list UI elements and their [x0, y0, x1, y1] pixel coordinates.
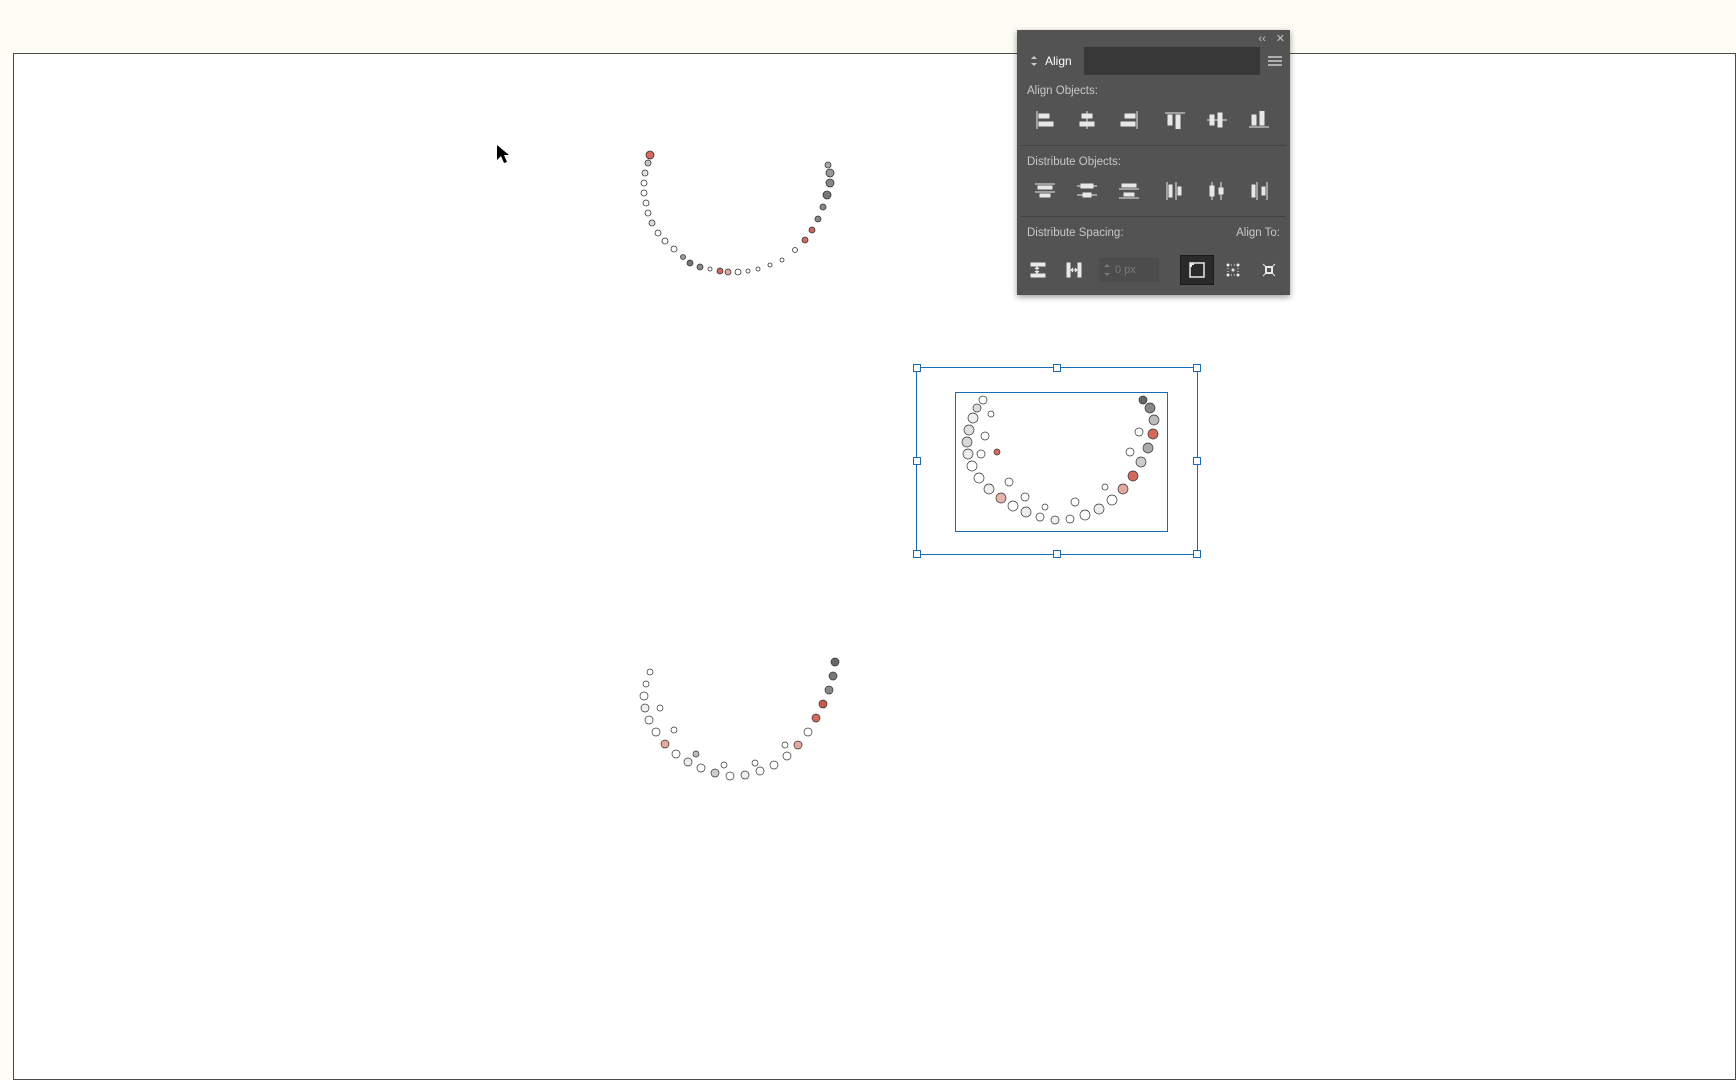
distribute-vspace-button[interactable] — [1021, 255, 1055, 285]
align-to-artboard-button[interactable] — [1180, 255, 1214, 285]
distribute-hspace-button[interactable] — [1057, 255, 1091, 285]
handle-sw[interactable] — [913, 550, 921, 558]
spacing-value-input[interactable]: 0 px — [1099, 258, 1159, 282]
close-icon[interactable]: ✕ — [1276, 32, 1285, 45]
handle-nw[interactable] — [913, 364, 921, 372]
distribute-hcenter-button[interactable] — [1197, 176, 1237, 206]
align-to-label: Align To: — [1232, 225, 1284, 247]
handle-ne[interactable] — [1193, 364, 1201, 372]
align-objects-label: Align Objects: — [1023, 83, 1284, 105]
align-tab-icon — [1029, 55, 1039, 67]
align-panel[interactable]: ‹‹ ✕ Align Align Objects: Distrib — [1017, 30, 1290, 295]
align-bottom-button[interactable] — [1239, 105, 1279, 135]
handle-s[interactable] — [1053, 550, 1061, 558]
distribute-spacing-label: Distribute Spacing: — [1023, 225, 1232, 247]
align-top-button[interactable] — [1155, 105, 1195, 135]
panel-titlebar[interactable]: ‹‹ ✕ — [1017, 30, 1290, 47]
align-hcenter-button[interactable] — [1067, 105, 1107, 135]
spacing-value-text: 0 px — [1115, 264, 1136, 276]
align-to-key-button[interactable] — [1252, 255, 1286, 285]
distribute-vcenter-button[interactable] — [1067, 176, 1107, 206]
align-left-button[interactable] — [1025, 105, 1065, 135]
handle-w[interactable] — [913, 457, 921, 465]
distribute-objects-label: Distribute Objects: — [1023, 154, 1284, 176]
selection-inner-box — [955, 392, 1168, 532]
artboard[interactable] — [13, 53, 1736, 1080]
tab-label: Align — [1045, 54, 1072, 68]
tab-align[interactable]: Align — [1017, 47, 1084, 75]
align-to-selection-button[interactable] — [1216, 255, 1250, 285]
artwork-cluster-top[interactable] — [630, 145, 850, 300]
distribute-bottom-button[interactable] — [1109, 176, 1149, 206]
stepper-icon — [1103, 264, 1111, 276]
distribute-left-button[interactable] — [1155, 176, 1195, 206]
align-right-button[interactable] — [1109, 105, 1149, 135]
panel-tabs: Align — [1017, 47, 1290, 75]
distribute-right-button[interactable] — [1239, 176, 1279, 206]
align-vcenter-button[interactable] — [1197, 105, 1237, 135]
handle-e[interactable] — [1193, 457, 1201, 465]
artwork-cluster-bottom[interactable] — [630, 650, 850, 795]
handle-se[interactable] — [1193, 550, 1201, 558]
handle-n[interactable] — [1053, 364, 1061, 372]
distribute-top-button[interactable] — [1025, 176, 1065, 206]
collapse-icon[interactable]: ‹‹ — [1258, 33, 1265, 45]
panel-menu-icon[interactable] — [1260, 47, 1290, 75]
